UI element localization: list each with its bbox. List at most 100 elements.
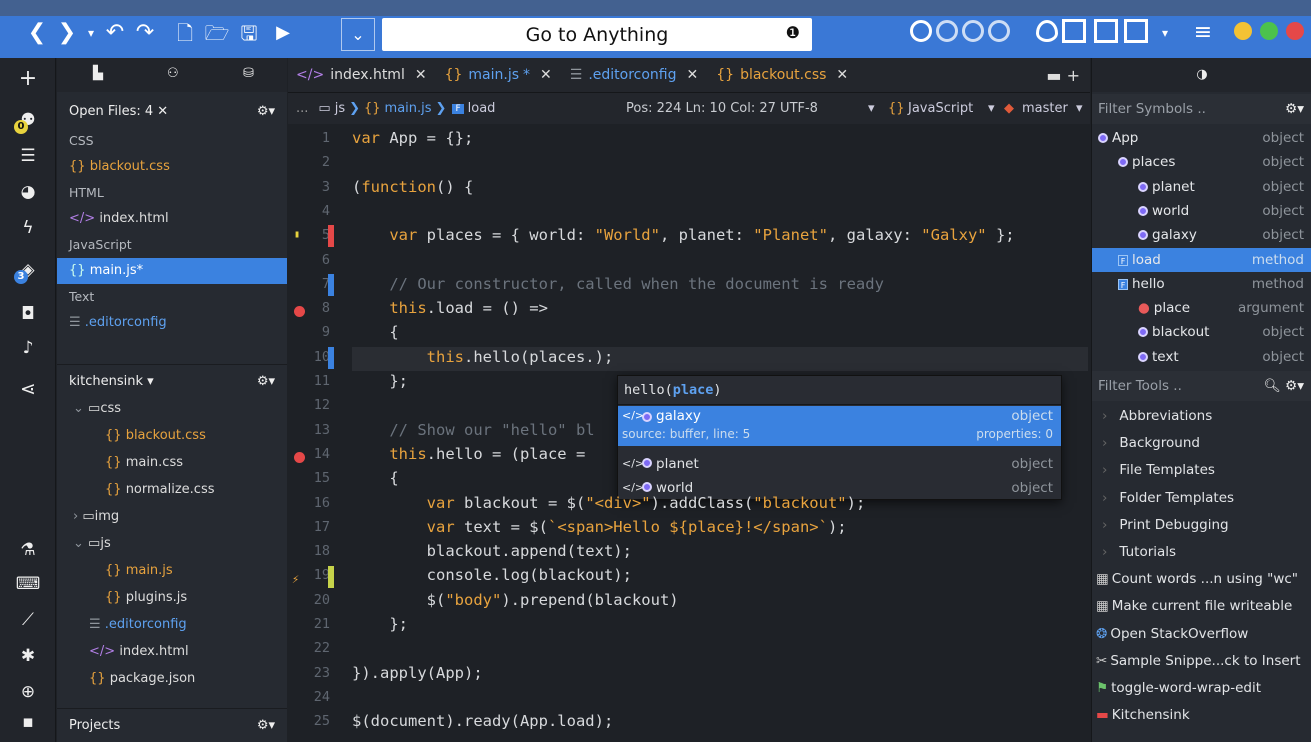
database-icon[interactable]: ⛁ [243,66,254,81]
chart-icon[interactable]: ⟋ [0,610,56,630]
layout-dropdown-icon[interactable]: ▾ [1150,13,1180,53]
open-file-item[interactable]: </> index.html [57,206,287,232]
document-outline-icon[interactable]: ☰ [0,146,56,166]
code-line[interactable]: var text = $(`<span>Hello ${place}!</spa… [352,515,847,539]
code-line[interactable]: }; [352,369,408,393]
code-line[interactable]: $(document).ready(App.load); [352,709,613,733]
tab-close-icon[interactable]: ✕ [540,67,552,83]
symbol-item[interactable]: text object [1092,345,1311,369]
code-line[interactable]: var blackout = $("<div>").addClass("blac… [352,491,866,515]
symbol-item[interactable]: world object [1092,199,1311,223]
redo-icon[interactable]: ↷ [130,13,160,53]
code-line[interactable]: var App = {}; [352,126,473,150]
menu-dropdown-button[interactable]: ⌄ [341,18,375,51]
snippet-icon[interactable]: ✱ [0,646,56,666]
tree-folder[interactable]: ⌄ ▭js [57,531,287,557]
tool-folder[interactable]: › Abbreviations [1092,403,1311,430]
breakpoint-icon[interactable] [294,452,305,463]
toolbox-icon[interactable]: ◑ [1196,67,1207,82]
tree-file[interactable]: {} package.json [57,666,287,692]
code-line[interactable]: console.log(blackout); [352,563,632,587]
symbol-item[interactable]: ● place argument [1092,296,1311,320]
tree-file[interactable]: {} blackout.css [57,423,287,449]
tool-folder[interactable]: › Background [1092,430,1311,457]
undo-icon[interactable]: ↶ [100,13,130,53]
hamburger-menu-icon[interactable]: ≡ [1188,13,1218,53]
tool-item[interactable]: ▦ Make current file writeable [1092,593,1311,620]
symbol-item[interactable]: planet object [1092,175,1311,199]
gear-icon[interactable]: ⚙▾ [257,718,275,733]
debug-step-icon[interactable] [936,20,958,42]
tool-item[interactable]: ✂ Sample Snippe...ck to Insert [1092,648,1311,675]
tab-close-icon[interactable]: ✕ [836,67,848,83]
code-line[interactable]: this.load = () => [352,296,548,320]
toggle-bottom-pane-icon[interactable] [1094,19,1118,43]
tool-item[interactable]: ⚑ toggle-word-wrap-edit [1092,675,1311,702]
open-files-label[interactable]: Open Files: 4 ✕ [69,104,168,119]
lightning-icon[interactable]: ϟ [0,218,56,238]
new-file-icon[interactable]: 🗋 [170,13,200,53]
symbol-item[interactable]: blackout object [1092,320,1311,344]
filter-tools-input[interactable]: Filter Tools .. 🔍︎ ⚙▾ [1092,371,1311,401]
git-branch-selector[interactable]: master [1022,101,1068,116]
breadcrumb-file[interactable]: main.js [385,101,432,116]
debug-stop-icon[interactable] [988,20,1010,42]
breadcrumb-folder[interactable]: js [335,101,345,116]
browser-icon[interactable]: ⊕ [0,682,56,702]
code-line[interactable]: { [352,466,398,490]
debug-toggle-icon[interactable] [910,20,932,42]
open-file-item[interactable]: ☰ .editorconfig [57,310,287,336]
bell-icon[interactable]: ♪ [0,338,56,358]
run-icon[interactable]: ▶ [268,13,298,53]
file-icon[interactable]: ▙ [93,66,103,81]
tree-file[interactable]: ☰ .editorconfig [57,612,287,638]
gear-icon[interactable]: ⚙▾ [257,374,275,389]
tree-file[interactable]: {} main.js [57,558,287,584]
tab-label[interactable]: .editorconfig [588,67,676,83]
symbol-item[interactable]: places object [1092,150,1311,174]
code-line[interactable]: var places = { world: "World", planet: "… [352,223,1014,247]
terminal-icon[interactable]: ⌨ [0,574,56,594]
toggle-left-pane-icon[interactable] [1062,19,1086,43]
gear-icon[interactable]: ⚙▾ [1285,94,1304,124]
tree-folder[interactable]: ⌄ ▭css [57,396,287,422]
tab-label[interactable]: index.html [330,67,405,83]
code-line[interactable]: // Show our "hello" bl [352,418,594,442]
tab-close-icon[interactable]: ✕ [687,67,699,83]
window-icon[interactable]: ◘ [0,304,56,324]
gear-icon[interactable]: ⚙▾ [257,104,275,119]
new-tab-icon[interactable]: ▬ + [1046,66,1080,85]
maximize-button[interactable] [1260,22,1278,40]
add-icon[interactable]: + [0,66,56,91]
code-line[interactable]: (function() { [352,175,473,199]
completion-item[interactable]: </> planet object [618,452,1061,476]
filter-symbols-input[interactable]: Filter Symbols .. ⚙▾ [1092,94,1311,124]
branch-dropdown-icon[interactable]: ▾ [1076,101,1083,116]
back-icon[interactable]: ❮ [22,13,52,53]
tab-close-icon[interactable]: ✕ [415,67,427,83]
go-to-anything-bar[interactable]: Go to Anything ❶ [382,18,812,51]
symbol-item[interactable]: App object [1092,126,1311,150]
symbol-item[interactable]: Fhello method [1092,272,1311,296]
toggle-right-pane-icon[interactable] [1124,19,1148,43]
tool-item[interactable]: ❂ Open StackOverflow [1092,621,1311,648]
code-line[interactable]: this.hello = (place = [352,442,595,466]
save-icon[interactable]: 🖫 [234,13,264,53]
search-gear-icon[interactable]: 🔍︎ ⚙▾ [1264,371,1304,401]
code-line[interactable]: // Our constructor, called when the docu… [352,272,884,296]
encoding-dropdown-icon[interactable]: ▾ [868,101,875,116]
bookmark-icon[interactable]: ▮ [294,229,300,240]
tree-file[interactable]: {} plugins.js [57,585,287,611]
completion-item-selected[interactable]: </> galaxy object source: buffer, line: … [618,406,1061,446]
projects-label[interactable]: Projects [69,718,120,733]
open-file-item-selected[interactable]: {} main.js* [57,258,287,284]
tool-folder[interactable]: › File Templates [1092,457,1311,484]
debug-step-over-icon[interactable] [962,20,984,42]
code-line[interactable]: this.hello(places.); [352,345,614,369]
git-icon[interactable]: ◈ [0,260,56,280]
minimize-button[interactable] [1234,22,1252,40]
symbol-item[interactable]: galaxy object [1092,223,1311,247]
tool-folder[interactable]: › Tutorials [1092,539,1311,566]
language-selector[interactable]: JavaScript [908,101,973,116]
tree-file[interactable]: {} main.css [57,450,287,476]
